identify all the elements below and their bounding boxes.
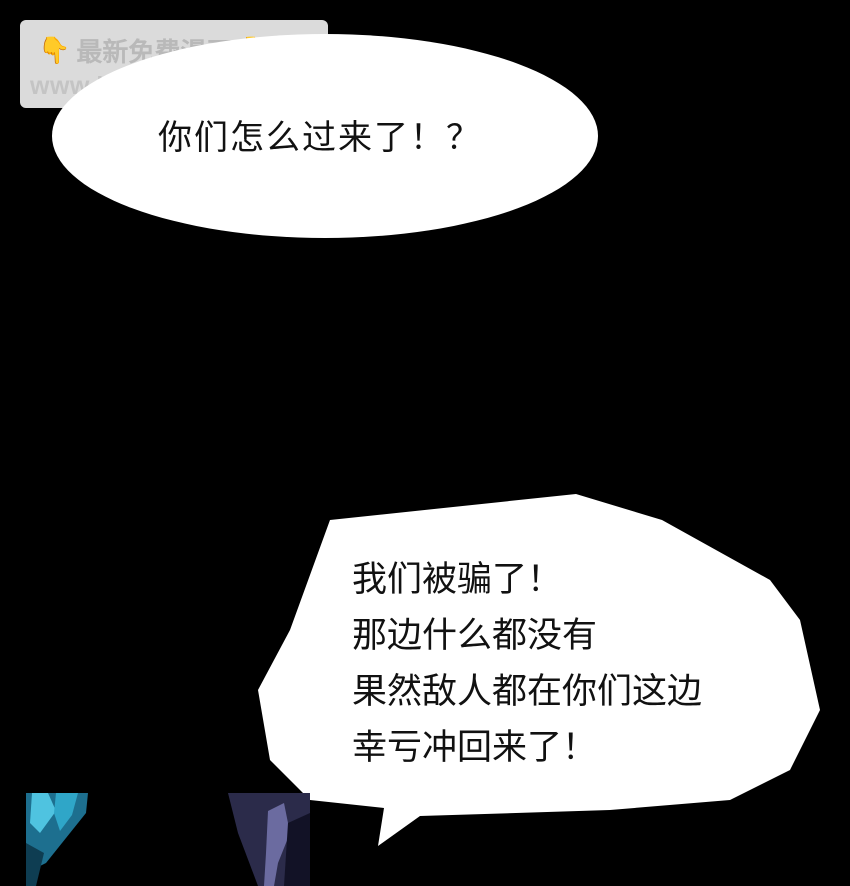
dialogue-line: 那边什么都没有	[352, 616, 598, 656]
speech-bubble-bottom-text: 我们被骗了！ 那边什么都没有 果然敌人都在你们这边 幸亏冲回来了！	[352, 552, 792, 776]
dialogue-line: 幸亏冲回来了！	[352, 728, 598, 768]
dialogue-line: 我们被骗了！	[352, 560, 563, 600]
dialogue-line: 果然敌人都在你们这边	[352, 672, 703, 712]
artwork-fragment-left	[26, 793, 88, 886]
artwork-fragment-middle	[228, 793, 310, 886]
